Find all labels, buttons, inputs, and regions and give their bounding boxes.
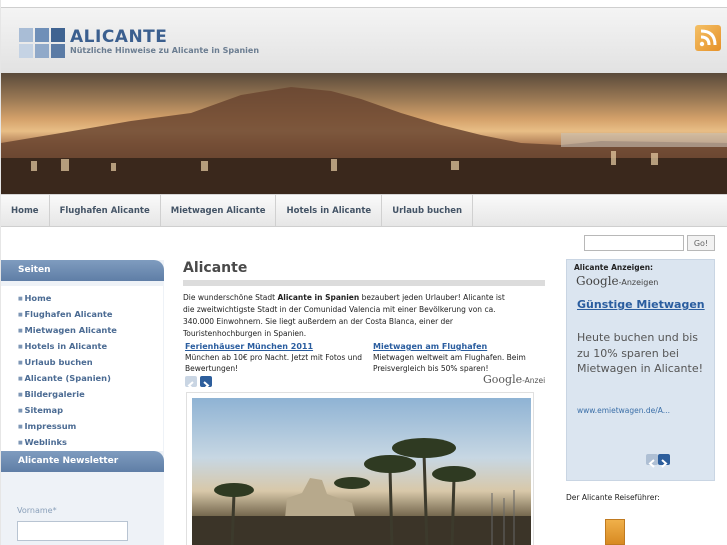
google-ads-label[interactable]: Google-Anzei bbox=[483, 373, 545, 386]
sidebar-item-bildergalerie[interactable]: Bildergalerie bbox=[18, 386, 163, 402]
newsletter-firstname-input[interactable] bbox=[17, 521, 128, 541]
title-divider bbox=[183, 280, 545, 286]
site-subtitle: Nützliche Hinweise zu Alicante in Spanie… bbox=[70, 46, 260, 55]
guide-book-image[interactable] bbox=[605, 519, 625, 545]
nav-item-urlaub[interactable]: Urlaub buchen bbox=[382, 195, 474, 226]
search-button[interactable]: Go! bbox=[687, 235, 715, 251]
main-nav: Home Flughafen Alicante Mietwagen Alican… bbox=[1, 194, 727, 227]
intro-text: Die wunderschöne Stadt Alicante in Spani… bbox=[183, 293, 505, 338]
right-ad-box: Alicante Anzeigen: Google-Anzeigen Günst… bbox=[566, 259, 715, 481]
site-title[interactable]: ALICANTE bbox=[70, 27, 167, 47]
text-ad-1[interactable]: Ferienhäuser München 2011 München ab 10€… bbox=[185, 341, 365, 374]
text-ad-2[interactable]: Mietwagen am Flughafen Mietwagen weltwei… bbox=[373, 341, 543, 374]
nav-item-hotels[interactable]: Hotels in Alicante bbox=[276, 195, 383, 226]
nav-item-home[interactable]: Home bbox=[1, 195, 50, 226]
right-ad-title[interactable]: Günstige Mietwagen bbox=[577, 297, 707, 313]
sidebar-item-home[interactable]: Home bbox=[18, 290, 163, 306]
nav-item-flughafen[interactable]: Flughafen Alicante bbox=[50, 195, 161, 226]
sidebar-item-hotels[interactable]: Hotels in Alicante bbox=[18, 338, 163, 354]
right-ad-heading: Alicante Anzeigen: bbox=[574, 263, 654, 272]
nav-item-mietwagen[interactable]: Mietwagen Alicante bbox=[161, 195, 277, 226]
right-ad-url[interactable]: www.emietwagen.de/A... bbox=[577, 406, 670, 415]
prev-arrow-icon[interactable] bbox=[185, 376, 197, 390]
site-header: ALICANTE Nützliche Hinweise zu Alicante … bbox=[1, 7, 727, 73]
guide-label: Der Alicante Reiseführer: bbox=[566, 493, 660, 502]
page-title: Alicante bbox=[183, 260, 248, 276]
text-ad-1-body: München ab 10€ pro Nacht. Jetzt mit Foto… bbox=[185, 353, 362, 373]
sidebar-item-impressum[interactable]: Impressum bbox=[18, 418, 163, 434]
right-next-arrow-icon[interactable] bbox=[658, 454, 670, 468]
search-input[interactable] bbox=[584, 235, 684, 251]
right-prev-arrow-icon[interactable] bbox=[646, 454, 658, 468]
header-banner-image bbox=[1, 73, 727, 194]
sidebar-pages-heading: Seiten bbox=[1, 260, 164, 281]
right-google-ads-label[interactable]: Google-Anzeigen bbox=[576, 274, 658, 288]
sidebar-item-urlaub[interactable]: Urlaub buchen bbox=[18, 354, 163, 370]
main-content: Alicante Die wunderschöne Stadt Alicante… bbox=[183, 260, 549, 373]
sidebar-links: Home Flughafen Alicante Mietwagen Alican… bbox=[1, 286, 163, 451]
logo-icon[interactable] bbox=[19, 28, 66, 59]
rss-icon[interactable] bbox=[695, 25, 721, 51]
text-ads: Ferienhäuser München 2011 München ab 10€… bbox=[183, 341, 549, 373]
text-ad-2-title[interactable]: Mietwagen am Flughafen bbox=[373, 341, 543, 352]
sidebar-item-flughafen[interactable]: Flughafen Alicante bbox=[18, 306, 163, 322]
text-ad-1-title[interactable]: Ferienhäuser München 2011 bbox=[185, 341, 365, 352]
sidebar-item-weblinks[interactable]: Weblinks bbox=[18, 434, 163, 450]
text-ad-2-body: Mietwagen weltweit am Flughafen. Beim Pr… bbox=[373, 353, 526, 373]
newsletter-firstname-label: Vorname* bbox=[17, 506, 57, 515]
sidebar-item-mietwagen[interactable]: Mietwagen Alicante bbox=[18, 322, 163, 338]
sidebar-item-alicante-spanien[interactable]: Alicante (Spanien) bbox=[18, 370, 163, 386]
alicante-photo bbox=[186, 392, 534, 545]
sidebar-newsletter-heading: Alicante Newsletter bbox=[1, 451, 164, 472]
page: ALICANTE Nützliche Hinweise zu Alicante … bbox=[0, 0, 727, 545]
next-arrow-icon[interactable] bbox=[200, 376, 212, 390]
right-ad-text: Heute buchen und bis zu 10% sparen bei M… bbox=[577, 331, 703, 375]
sidebar-item-sitemap[interactable]: Sitemap bbox=[18, 402, 163, 418]
